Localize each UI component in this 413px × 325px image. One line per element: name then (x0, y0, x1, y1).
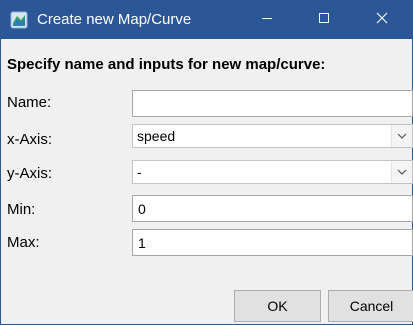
y-axis-label: y-Axis: (7, 165, 52, 182)
chevron-down-icon[interactable] (391, 161, 412, 183)
min-input[interactable] (132, 195, 413, 222)
x-axis-label: x-Axis: (7, 131, 52, 148)
min-label: Min: (7, 201, 36, 218)
map-curve-app-icon (10, 11, 28, 29)
form-heading: Specify name and inputs for new map/curv… (7, 56, 326, 73)
x-axis-selected-value: speed (137, 128, 176, 144)
create-map-curve-dialog: Create new Map/Curve Specify name and in… (0, 0, 413, 325)
minimize-icon (261, 11, 273, 29)
max-input[interactable] (132, 229, 413, 256)
chevron-down-icon[interactable] (391, 125, 412, 147)
close-icon (376, 11, 388, 29)
dialog-content: Specify name and inputs for new map/curv… (1, 39, 413, 324)
window-title: Create new Map/Curve (37, 11, 192, 28)
close-button[interactable] (353, 1, 411, 39)
ok-button[interactable]: OK (234, 290, 321, 322)
minimize-button[interactable] (238, 1, 296, 39)
name-label: Name: (7, 94, 52, 111)
max-label: Max: (7, 234, 40, 251)
name-input[interactable] (132, 90, 413, 117)
cancel-button[interactable]: Cancel (328, 290, 413, 322)
y-axis-selected-value: - (137, 164, 142, 180)
y-axis-select[interactable]: - (132, 160, 413, 184)
title-bar[interactable]: Create new Map/Curve (1, 1, 412, 39)
x-axis-select[interactable]: speed (132, 124, 413, 148)
maximize-icon (318, 11, 330, 29)
maximize-button[interactable] (295, 1, 353, 39)
